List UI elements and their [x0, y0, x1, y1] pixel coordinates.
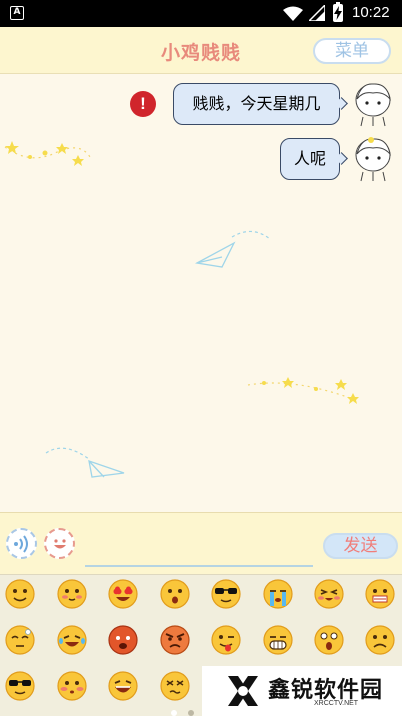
emoji-crying-icon[interactable]: [262, 578, 294, 610]
send-button[interactable]: 发送: [323, 533, 398, 559]
smiley-icon: [54, 539, 66, 549]
message-bubble[interactable]: 人呢: [280, 138, 340, 180]
emoji-grin-icon[interactable]: [262, 624, 294, 656]
emoji-smile-icon[interactable]: [4, 578, 36, 610]
cellular-signal-icon: [309, 5, 325, 21]
battery-charging-icon: [333, 2, 343, 22]
stars-decoration-right: [247, 377, 359, 404]
watermark: 鑫锐软件园 XRCCTV.NET: [202, 666, 402, 716]
emoji-furious-icon[interactable]: [159, 624, 191, 656]
status-bar: A 10:22: [0, 0, 402, 27]
emoji-blush-icon[interactable]: [56, 578, 88, 610]
input-bar: 发送: [0, 512, 402, 574]
emoji-surprised-icon[interactable]: [159, 578, 191, 610]
emoji-toggle-button[interactable]: [44, 528, 75, 559]
watermark-logo: [228, 676, 258, 706]
voice-input-button[interactable]: [6, 528, 37, 559]
message-bubble[interactable]: 贱贱，今天星期几: [173, 83, 340, 125]
emoji-sunglasses-icon[interactable]: [210, 578, 242, 610]
wifi-icon: [283, 6, 303, 21]
emoji-frown-icon[interactable]: [364, 624, 396, 656]
user-avatar[interactable]: [351, 81, 395, 127]
status-time: 10:22: [352, 4, 390, 21]
emoji-laughing-icon[interactable]: [107, 670, 139, 702]
emoji-shy-icon[interactable]: [56, 670, 88, 702]
menu-button[interactable]: 菜单: [313, 38, 391, 64]
emoji-cool-icon[interactable]: [4, 670, 36, 702]
emoji-tears-of-joy-icon[interactable]: [56, 624, 88, 656]
paper-plane-decoration: [195, 230, 271, 268]
user-avatar[interactable]: [351, 136, 395, 182]
emoji-zipper-mouth-icon[interactable]: [364, 578, 396, 610]
app-notification-icon: A: [10, 6, 24, 20]
emoji-sleepy-icon[interactable]: [4, 624, 36, 656]
emoji-tongue-out-icon[interactable]: [210, 624, 242, 656]
watermark-subtitle: XRCCTV.NET: [314, 700, 359, 707]
emoji-dizzy-icon[interactable]: [159, 670, 191, 702]
paper-plane-decoration-2: [45, 447, 125, 478]
send-failed-icon[interactable]: !: [130, 91, 156, 117]
emoji-angry-red-icon[interactable]: [107, 624, 139, 656]
stars-decoration: [4, 141, 91, 166]
chat-area[interactable]: ! 贱贱，今天星期几 人呢: [0, 75, 402, 512]
message-input[interactable]: [85, 533, 313, 567]
pager-dot-1[interactable]: [171, 710, 177, 716]
pager-dot-2[interactable]: [188, 710, 194, 716]
sound-wave-icon: [14, 535, 28, 553]
emoji-shocked-icon[interactable]: [313, 624, 345, 656]
emoji-excited-icon[interactable]: [313, 578, 345, 610]
chat-header: 小鸡贱贱 菜单: [0, 27, 402, 74]
emoji-heart-eyes-icon[interactable]: [107, 578, 139, 610]
